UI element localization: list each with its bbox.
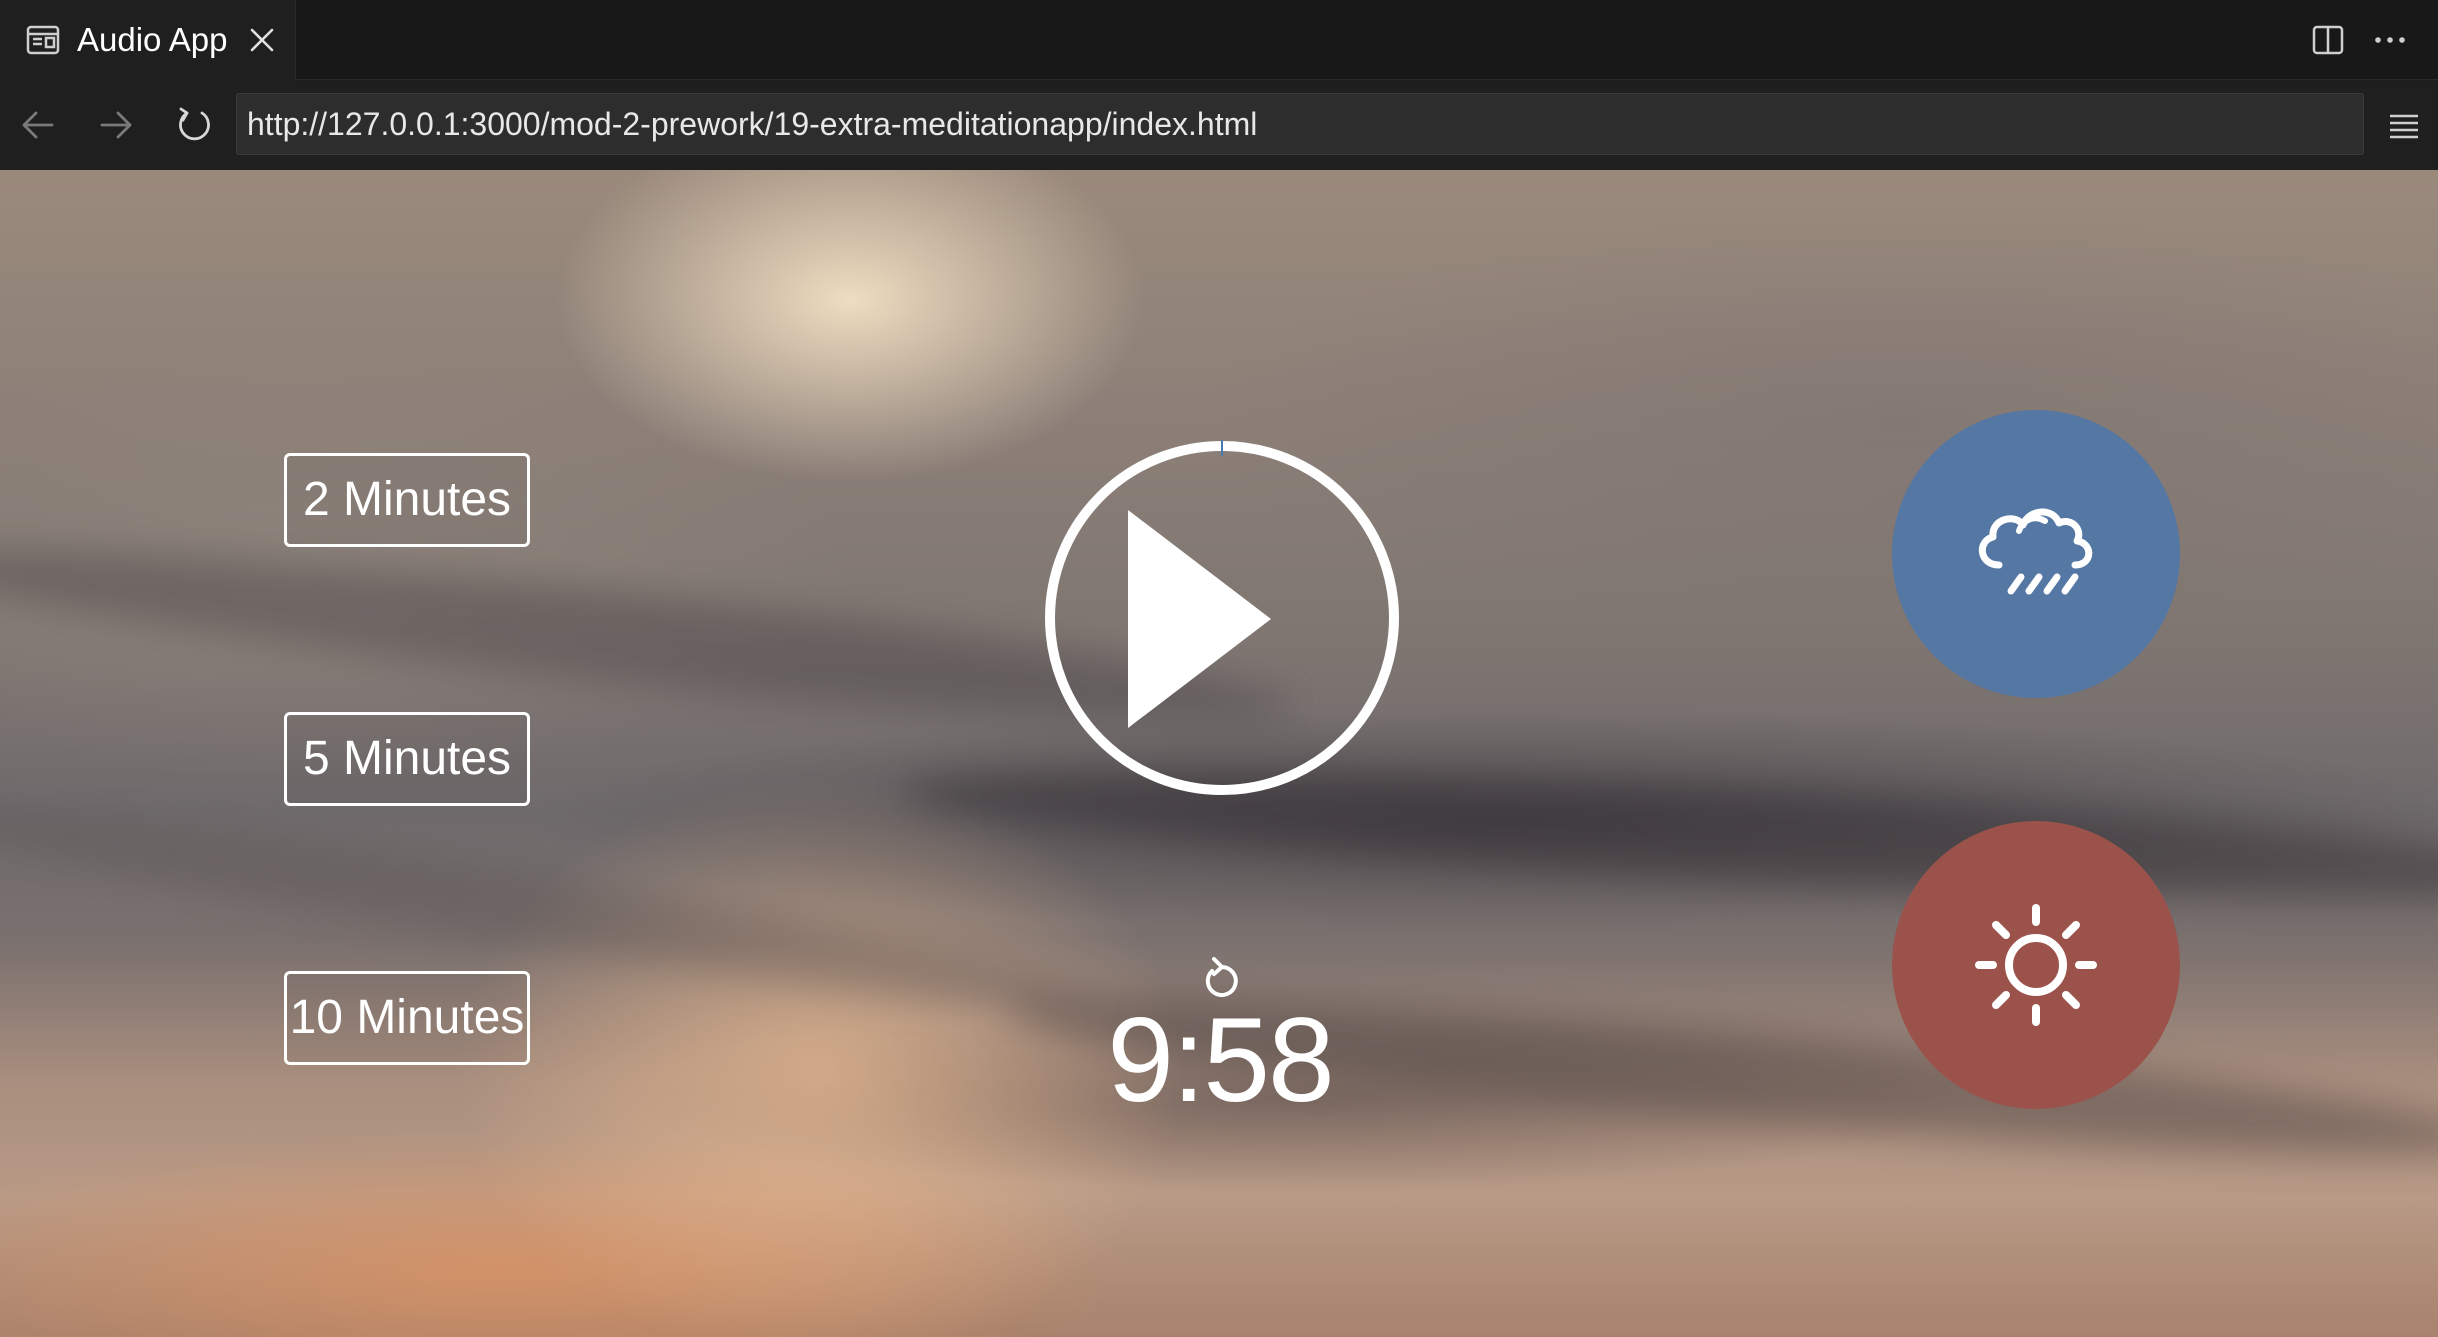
tab-audio-app[interactable]: Audio App: [0, 0, 296, 81]
close-icon[interactable]: [246, 24, 278, 56]
play-icon[interactable]: [1040, 436, 1404, 800]
player-control[interactable]: [1040, 436, 1404, 800]
beach-sound-button[interactable]: [1892, 821, 2180, 1109]
beach-video-background: 2 Minutes 5 Minutes 10 Minutes 9:58: [0, 170, 2438, 1337]
cloud-rain-icon: [1979, 508, 2093, 595]
more-actions-icon[interactable]: [2370, 22, 2410, 58]
wave-decoration: [0, 776, 1099, 1034]
reload-icon[interactable]: [172, 103, 216, 147]
time-select-10-minutes[interactable]: 10 Minutes: [284, 971, 530, 1065]
menu-icon[interactable]: [2384, 107, 2424, 147]
time-select-5-minutes[interactable]: 5 Minutes: [284, 712, 530, 806]
arrow-right-icon[interactable]: [94, 103, 138, 147]
tab-title: Audio App: [77, 21, 228, 58]
sun-icon: [1975, 904, 2097, 1026]
navigation-bar: http://127.0.0.1:3000/mod-2-prework/19-e…: [0, 81, 2438, 170]
rain-sound-button[interactable]: [1892, 410, 2180, 698]
arrow-left-icon[interactable]: [16, 103, 60, 147]
time-display: 9:58: [1107, 993, 1335, 1127]
tab-bar: Audio App: [0, 0, 2438, 81]
page-icon: [26, 25, 60, 55]
url-input[interactable]: http://127.0.0.1:3000/mod-2-prework/19-e…: [236, 93, 2364, 155]
time-select-2-minutes[interactable]: 2 Minutes: [284, 453, 530, 547]
split-editor-icon[interactable]: [2310, 22, 2346, 58]
